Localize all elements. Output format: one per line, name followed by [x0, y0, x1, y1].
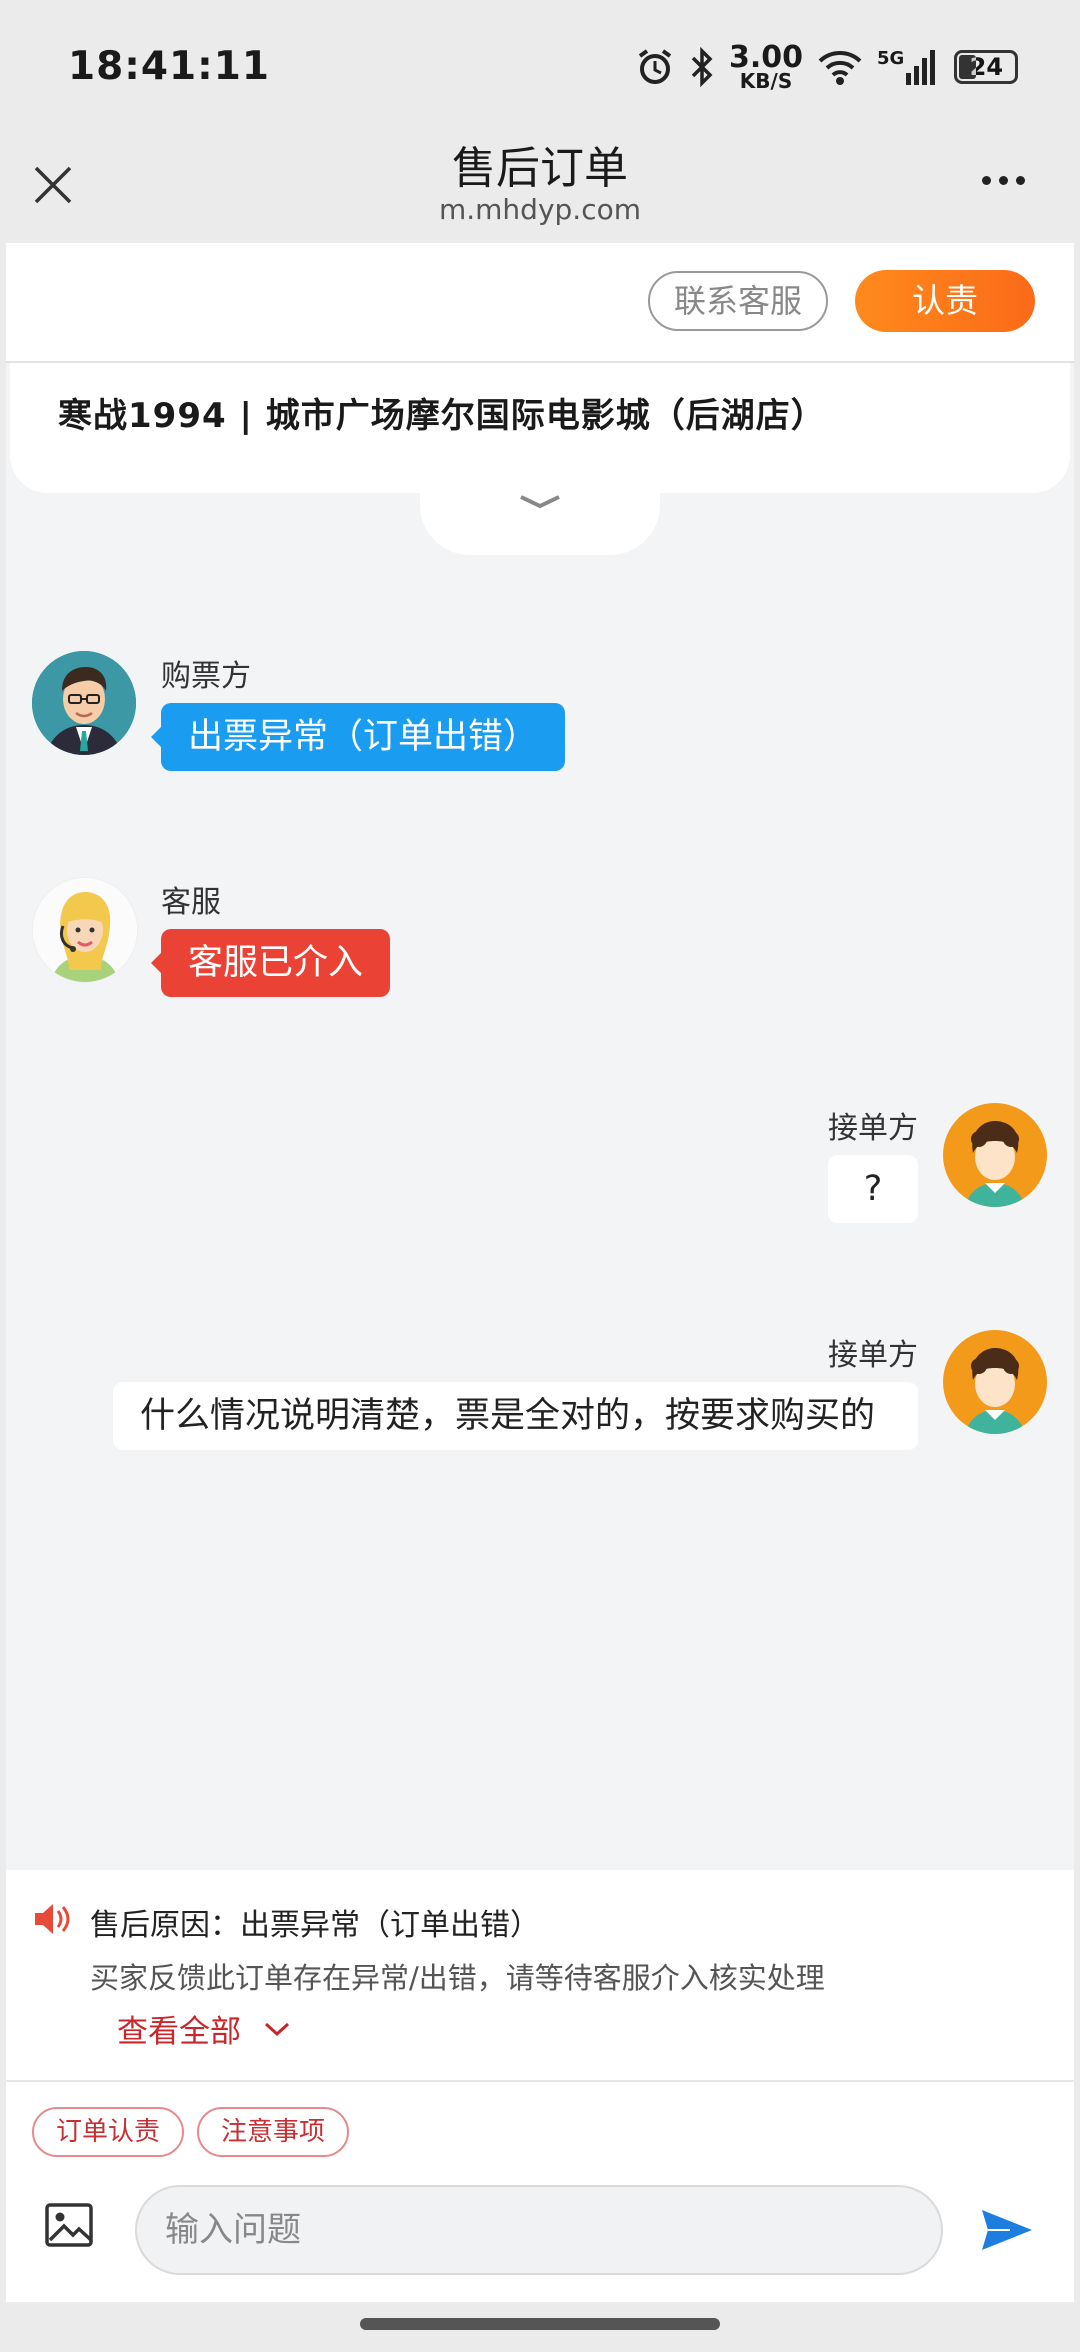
sender-name: 接单方 [828, 1338, 918, 1373]
status-icons: 3.00 KB/S 5G 24 [635, 39, 1019, 93]
more-icon[interactable] [982, 176, 1025, 185]
bluetooth-icon [691, 47, 713, 87]
after-sale-description: 买家反馈此订单存在异常/出错，请等待客服介入核实处理 [90, 1961, 825, 1995]
network-type: 5G [877, 47, 905, 69]
image-upload-icon[interactable] [44, 2202, 94, 2248]
view-all-link[interactable]: 查看全部 [117, 2006, 291, 2051]
avatar-service [32, 877, 138, 983]
after-sale-reason: 售后原因：出票异常（订单出错） [90, 1908, 540, 1943]
battery-icon: 24 [954, 50, 1019, 84]
tag-notes[interactable]: 注意事项 [197, 2107, 350, 2157]
view-all-label: 查看全部 [117, 2014, 241, 2050]
message-bubble: 客服已介入 [161, 929, 391, 997]
wifi-icon [818, 51, 862, 85]
alarm-icon [638, 49, 672, 84]
avatar-buyer [32, 651, 136, 755]
speaker-icon [35, 1904, 70, 1934]
page-domain: m.mhdyp.com [438, 193, 641, 226]
question-input[interactable]: 输入问题 [135, 2185, 943, 2275]
movie-title: 寒战1994 | 城市广场摩尔国际电影城（后湖店） [58, 396, 826, 436]
home-indicator[interactable] [360, 2318, 720, 2330]
bubble-pointer [151, 727, 161, 747]
message-bubble: ? [828, 1155, 918, 1223]
sender-name: 接单方 [828, 1111, 918, 1146]
message-bubble: 出票异常（订单出错） [161, 703, 566, 771]
sender-name: 客服 [161, 885, 221, 920]
bubble-pointer [151, 953, 161, 973]
sender-name: 购票方 [161, 659, 251, 694]
status-time: 18:41:11 [68, 44, 271, 89]
network-speed: 3.00 KB/S [729, 39, 804, 93]
page-title: 售后订单 [452, 143, 628, 194]
avatar-seller [943, 1330, 1047, 1434]
message-bubble: 什么情况说明清楚，票是全对的，按要求购买的 [113, 1382, 918, 1450]
chevron-down-icon[interactable] [518, 492, 562, 512]
accept-responsibility-button[interactable]: 认责 [855, 270, 1035, 332]
send-icon[interactable] [980, 2206, 1034, 2254]
chevron-down-icon [264, 2022, 290, 2036]
avatar-seller [943, 1103, 1047, 1207]
contact-service-button[interactable]: 联系客服 [648, 271, 828, 331]
tag-order-responsibility[interactable]: 订单认责 [32, 2107, 185, 2157]
signal-icon [906, 50, 936, 85]
